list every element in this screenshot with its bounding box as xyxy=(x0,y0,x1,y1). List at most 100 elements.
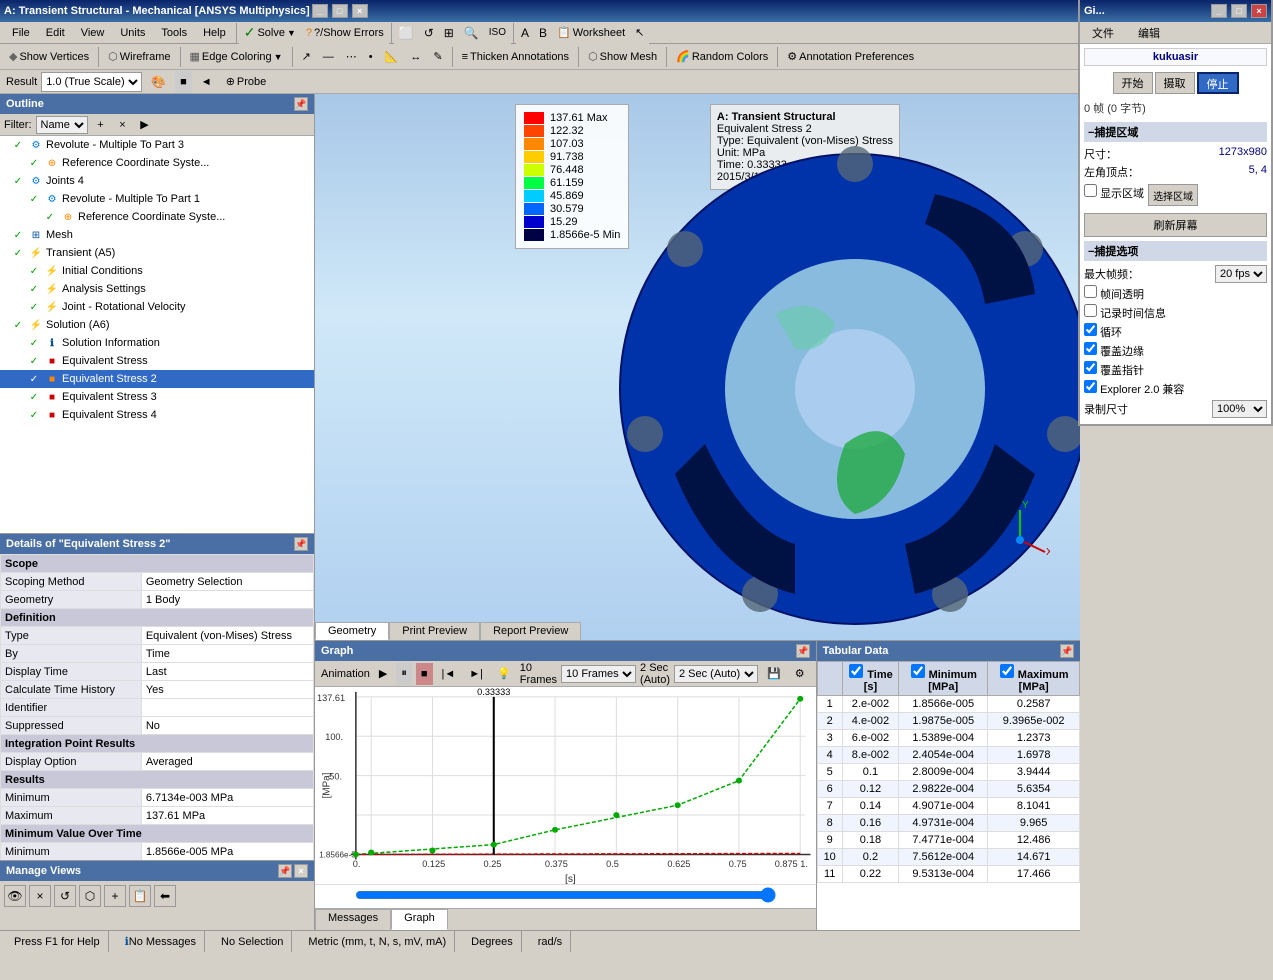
toolbar-btn-4[interactable]: 🔍 xyxy=(459,22,484,44)
col-max-check[interactable] xyxy=(999,664,1015,678)
tb-measure[interactable]: 📐 xyxy=(380,46,404,68)
tree-item-velocity[interactable]: ✓ ⚡ Joint - Rotational Velocity xyxy=(0,298,314,316)
explorer-checkbox[interactable] xyxy=(1084,380,1097,393)
manage-view-btn5[interactable]: + xyxy=(104,885,126,907)
thicken-annotations-button[interactable]: ≡ Thicken Annotations xyxy=(457,46,575,68)
anim-play-btn[interactable]: ▶ xyxy=(374,663,392,685)
col-time-check[interactable] xyxy=(848,664,864,678)
edge-coloring-button[interactable]: ▦ Edge Coloring ▼ xyxy=(185,46,288,68)
toolbar-btn-7[interactable]: B xyxy=(534,22,552,44)
recorder-menu-edit[interactable]: 编辑 xyxy=(1130,23,1168,43)
manage-view-btn4[interactable]: ⬡ xyxy=(79,885,101,907)
anim-step-fwd-btn[interactable]: ►| xyxy=(464,663,488,685)
filter-type-select[interactable]: Name xyxy=(36,116,88,134)
record-size-select[interactable]: 100% xyxy=(1212,400,1267,418)
manage-view-btn3[interactable]: ↺ xyxy=(54,885,76,907)
manage-views-close[interactable]: × xyxy=(294,864,308,878)
recorder-minimize[interactable]: _ xyxy=(1211,4,1227,18)
graph-pin[interactable]: 📌 xyxy=(796,644,810,658)
tab-print-preview[interactable]: Print Preview xyxy=(389,622,480,640)
minimize-button[interactable]: _ xyxy=(312,4,328,18)
tree-item-eqstress1[interactable]: ✓ ■ Equivalent Stress xyxy=(0,352,314,370)
show-errors-button[interactable]: ? ?/Show Errors xyxy=(301,22,389,44)
result-select[interactable]: 1.0 (True Scale) xyxy=(41,72,142,92)
recorder-menu-file[interactable]: 文件 xyxy=(1084,23,1122,43)
tree-item-mesh[interactable]: ✓ ⊞ Mesh xyxy=(0,226,314,244)
menu-view[interactable]: View xyxy=(73,25,113,41)
frames-select[interactable]: 10 Frames xyxy=(561,665,636,683)
duration-select[interactable]: 2 Sec (Auto) xyxy=(674,665,758,683)
manage-view-btn6[interactable]: 📋 xyxy=(129,885,151,907)
tree-item-refcoord2[interactable]: ✓ ⊕ Reference Coordinate Syste... xyxy=(0,208,314,226)
tb-dash[interactable]: ⋯ xyxy=(341,46,362,68)
anim-step-back-btn[interactable]: |◄ xyxy=(437,663,461,685)
anim-pause-btn[interactable]: ⏸ xyxy=(396,663,412,685)
tree-item-eqstress4[interactable]: ✓ ■ Equivalent Stress 4 xyxy=(0,406,314,424)
filter-add-btn[interactable]: + xyxy=(92,116,110,134)
tree-item-solution[interactable]: ✓ ⚡ Solution (A6) xyxy=(0,316,314,334)
recorder-close[interactable]: × xyxy=(1251,4,1267,18)
tb-dim[interactable]: ↔ xyxy=(405,46,426,68)
menu-tools[interactable]: Tools xyxy=(153,25,195,41)
toolbar-cursor[interactable]: ↖ xyxy=(630,22,649,44)
recorder-maximize[interactable]: □ xyxy=(1231,4,1247,18)
viewport-3d[interactable]: A: Transient Structural Equivalent Stres… xyxy=(315,94,1080,640)
coverpointer-checkbox[interactable] xyxy=(1084,361,1097,374)
tab-messages[interactable]: Messages xyxy=(315,909,391,930)
refresh-screen-button[interactable]: 刷新屏幕 xyxy=(1084,213,1267,237)
menu-units[interactable]: Units xyxy=(112,25,153,41)
menu-help[interactable]: Help xyxy=(195,25,234,41)
tree-item-solinfo[interactable]: ✓ ℹ Solution Information xyxy=(0,334,314,352)
tabular-pin[interactable]: 📌 xyxy=(1060,644,1074,658)
tree-item-transient[interactable]: ✓ ⚡ Transient (A5) xyxy=(0,244,314,262)
random-colors-button[interactable]: 🌈 Random Colors xyxy=(671,46,773,68)
tb-ann[interactable]: ✎ xyxy=(428,46,447,68)
result-type-btn[interactable]: 🎨 xyxy=(146,71,171,93)
coveredge-checkbox[interactable] xyxy=(1084,342,1097,355)
tb-line[interactable]: — xyxy=(318,46,339,68)
toolbar-btn-5[interactable]: ISO xyxy=(484,22,511,44)
wireframe-button[interactable]: ⬡ Wireframe xyxy=(103,46,175,68)
details-pin[interactable]: 📌 xyxy=(294,537,308,551)
tree-item-analsettings[interactable]: ✓ ⚡ Analysis Settings xyxy=(0,280,314,298)
time-slider[interactable] xyxy=(355,887,776,903)
result-scroll-left[interactable]: ◄ xyxy=(196,71,217,93)
anim-settings-btn[interactable]: ⚙ xyxy=(790,663,810,685)
result-color-btn[interactable]: ■ xyxy=(175,71,192,93)
stop-button[interactable]: 停止 xyxy=(1197,72,1239,94)
tb-arrow[interactable]: ↗ xyxy=(297,46,316,68)
outline-pin[interactable]: 📌 xyxy=(294,97,308,111)
recordtime-checkbox[interactable] xyxy=(1084,304,1097,317)
transparent-checkbox[interactable] xyxy=(1084,285,1097,298)
solve-button[interactable]: ✓ Solve ▼ xyxy=(239,22,301,44)
filter-expand-btn[interactable]: ▶ xyxy=(136,116,154,134)
tree-item-eqstress3[interactable]: ✓ ■ Equivalent Stress 3 xyxy=(0,388,314,406)
filter-clear-btn[interactable]: × xyxy=(114,116,132,134)
menu-file[interactable]: File xyxy=(4,25,38,41)
graph-slider[interactable] xyxy=(315,884,816,908)
tab-geometry[interactable]: Geometry xyxy=(315,622,389,640)
annotation-prefs-button[interactable]: ⚙ Annotation Preferences xyxy=(782,46,919,68)
close-button[interactable]: × xyxy=(352,4,368,18)
menu-edit[interactable]: Edit xyxy=(38,25,73,41)
show-region-checkbox[interactable] xyxy=(1084,184,1097,197)
loop-checkbox[interactable] xyxy=(1084,323,1097,336)
result-probe-btn[interactable]: ⊕ Probe xyxy=(221,71,272,93)
tab-graph[interactable]: Graph xyxy=(391,909,448,930)
manage-view-btn2[interactable]: × xyxy=(29,885,51,907)
tb-dot[interactable]: • xyxy=(364,46,378,68)
anim-export-btn[interactable]: 💾 xyxy=(762,663,786,685)
anim-light-btn[interactable]: 💡 xyxy=(492,663,516,685)
col-min-check[interactable] xyxy=(910,664,926,678)
show-mesh-button[interactable]: ⬡ Show Mesh xyxy=(583,46,662,68)
toolbar-btn-2[interactable]: ↺ xyxy=(419,22,439,44)
tree-item-joints4[interactable]: ✓ ⚙ Joints 4 xyxy=(0,172,314,190)
start-button[interactable]: 开始 xyxy=(1113,72,1153,94)
fps-select[interactable]: 20 fps xyxy=(1215,265,1267,283)
tab-report-preview[interactable]: Report Preview xyxy=(480,622,581,640)
tree-item-ref-coord1[interactable]: ✓ ⊕ Reference Coordinate Syste... xyxy=(0,154,314,172)
select-region-button[interactable]: 选择区域 xyxy=(1148,184,1198,206)
manage-view-btn7[interactable]: ⬅ xyxy=(154,885,176,907)
toolbar-btn-1[interactable]: ⬜ xyxy=(394,22,419,44)
toolbar-btn-8[interactable]: 📋 Worksheet xyxy=(552,22,630,44)
